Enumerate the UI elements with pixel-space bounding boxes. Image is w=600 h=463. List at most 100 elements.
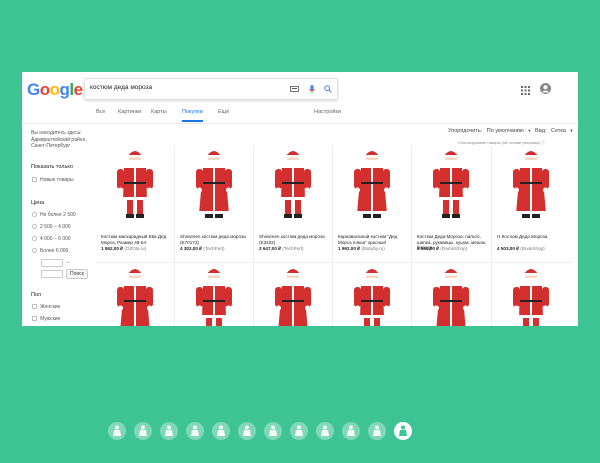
product-card[interactable]: Костюм Деда Мороза: пальто, шапка, рукав…	[412, 148, 490, 251]
product-card[interactable]	[175, 266, 253, 326]
product-image[interactable]	[254, 266, 332, 326]
chevron-down-icon: ▼	[527, 128, 532, 133]
product-image[interactable]	[412, 266, 490, 326]
product-card[interactable]: Костюм маскарадный Ева Дед Мороз, Размер…	[96, 148, 174, 251]
product-card[interactable]	[492, 266, 570, 326]
tab-more[interactable]: Ещё	[218, 108, 229, 122]
product-image[interactable]	[492, 148, 570, 218]
keyboard-icon[interactable]	[288, 83, 300, 95]
shop-name: (TechPort)	[203, 246, 225, 251]
view-value[interactable]: Сетка	[551, 128, 566, 134]
gender-checkbox[interactable]	[32, 316, 37, 321]
product-image[interactable]	[175, 266, 253, 326]
sort-label: Упорядочить:	[448, 128, 483, 134]
product-card[interactable]	[96, 266, 174, 326]
apps-grid-icon[interactable]	[521, 82, 530, 100]
tab-images[interactable]: Картинки	[118, 108, 141, 122]
slide-thumbnail[interactable]	[108, 422, 126, 440]
tab-maps[interactable]: Карты	[151, 108, 167, 122]
slide-thumbnail[interactable]	[342, 422, 360, 440]
product-image[interactable]	[175, 148, 253, 218]
new-items-checkbox[interactable]	[32, 177, 37, 182]
tab-shopping[interactable]: Покупки	[182, 108, 203, 122]
figure-icon	[295, 425, 303, 436]
search-input[interactable]: костюм деда мороза	[90, 84, 152, 91]
price-option[interactable]: Более 6 000	[40, 248, 68, 254]
figure-icon	[243, 425, 251, 436]
product-card[interactable]	[333, 266, 411, 326]
slide-thumbnail[interactable]	[134, 422, 152, 440]
account-icon[interactable]	[540, 81, 551, 99]
product-title[interactable]: Костюм маскарадный Ева Дед Мороз, Размер…	[101, 234, 173, 245]
slide-thumbnail[interactable]	[290, 422, 308, 440]
product-image[interactable]	[333, 266, 411, 326]
price-radio[interactable]	[32, 212, 37, 217]
price-option[interactable]: 2 500 – 4 000	[40, 224, 71, 230]
tab-settings[interactable]: Настройки	[314, 108, 341, 122]
view-label: Вид:	[535, 128, 547, 134]
product-image[interactable]	[96, 148, 174, 218]
slide-thumbnail[interactable]	[394, 422, 412, 440]
search-box[interactable]: костюм деда мороза	[84, 78, 338, 100]
price-radio[interactable]	[32, 236, 37, 241]
product-card[interactable]	[412, 266, 490, 326]
product-title[interactable]: Н.Костюм Деда Мороза	[497, 234, 569, 240]
slide-thumbnail[interactable]	[264, 422, 282, 440]
sort-control[interactable]: Упорядочить: По умолчанию ▼	[448, 128, 532, 134]
tab-all[interactable]: Все	[96, 108, 105, 122]
price-option[interactable]: 4 000 – 6 000	[40, 236, 71, 242]
price-search-button[interactable]: Поиск	[66, 269, 88, 279]
gender-option[interactable]: Женские	[40, 304, 60, 310]
slide-thumbnail[interactable]	[186, 422, 204, 440]
product-card[interactable]	[254, 266, 332, 326]
slide-thumbnail[interactable]	[368, 422, 386, 440]
product-card[interactable]: Карнавальный костюм "Дед Мороз плюш" кра…	[333, 148, 411, 251]
product-card[interactable]: Н.Костюм Деда Мороза 4 503,00 ₽ (BookShop…	[492, 148, 570, 251]
price-title: Цена	[31, 200, 45, 206]
product-card[interactable]: Showmen костюм деда мороза (E70173) 4 302…	[175, 148, 253, 251]
slide-thumbnail[interactable]	[212, 422, 230, 440]
price-option[interactable]: Не более 2 500	[40, 212, 76, 218]
search-icon[interactable]	[322, 83, 334, 95]
google-logo[interactable]: Google	[27, 80, 83, 100]
logo-letter: e	[73, 80, 83, 99]
product-image[interactable]	[254, 148, 332, 218]
mic-icon[interactable]	[306, 83, 318, 95]
info-icon[interactable]: ⓘ	[541, 140, 545, 145]
product-image[interactable]	[412, 148, 490, 218]
figure-icon	[399, 425, 407, 436]
gender-option[interactable]: Мужские	[40, 316, 60, 322]
shop-name: (RamkiShop)	[440, 246, 468, 251]
figure-icon	[191, 425, 199, 436]
product-image[interactable]	[492, 266, 570, 326]
logo-letter: G	[27, 80, 40, 99]
view-control[interactable]: Вид: Сетка ▼	[535, 128, 573, 134]
shop-name: (BookShop)	[520, 246, 545, 251]
price-radio[interactable]	[32, 224, 37, 229]
shop-name: (TechPort)	[282, 246, 304, 251]
figure-icon	[139, 425, 147, 436]
slide-thumbnail[interactable]	[160, 422, 178, 440]
slide-thumbnail[interactable]	[238, 422, 256, 440]
product-title[interactable]: Карнавальный костюм "Дед Мороз плюш" кра…	[338, 234, 410, 245]
price-value: 4 302,00 ₽	[180, 246, 203, 251]
product-card[interactable]: Showmen костюм деда мороза (E3402) 3 647,…	[254, 148, 332, 251]
price-max-input[interactable]	[41, 270, 63, 278]
product-price: 1 992,00 ₽ (Babyby.ru)	[338, 246, 410, 252]
sort-value[interactable]: По умолчанию	[487, 128, 524, 134]
new-items-label[interactable]: Новые товары	[40, 177, 74, 183]
price-radio[interactable]	[32, 248, 37, 253]
gender-checkbox[interactable]	[32, 304, 37, 309]
product-image[interactable]	[333, 148, 411, 218]
figure-icon	[113, 425, 121, 436]
figure-icon	[321, 425, 329, 436]
product-image[interactable]	[96, 266, 174, 326]
price-min-input[interactable]	[41, 259, 63, 267]
product-price: 4 503,00 ₽ (BookShop)	[497, 246, 569, 252]
product-title[interactable]: Showmen костюм деда мороза (E3402)	[259, 234, 331, 245]
row-divider	[96, 262, 572, 263]
product-title[interactable]: Showmen костюм деда мороза (E70173)	[180, 234, 252, 245]
price-value: 1 992,00 ₽	[338, 246, 361, 251]
slide-thumbnail[interactable]	[316, 422, 334, 440]
product-price: 3 647,00 ₽ (TechPort)	[259, 246, 331, 252]
